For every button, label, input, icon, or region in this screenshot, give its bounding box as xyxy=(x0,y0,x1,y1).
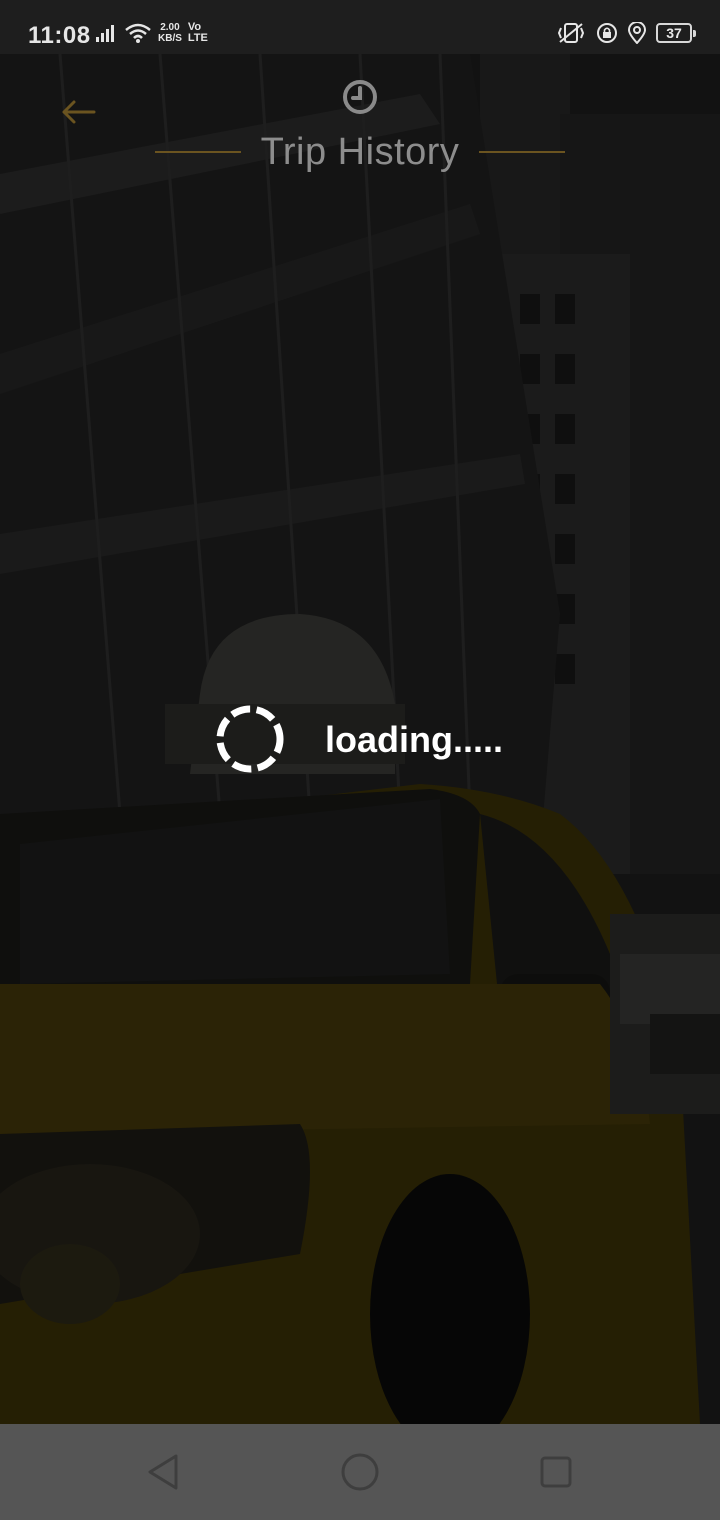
vibrate-icon xyxy=(557,23,585,43)
status-icons-right: 37 xyxy=(556,22,696,44)
lock-icon xyxy=(597,23,617,43)
location-icon xyxy=(628,22,646,44)
volte-indicator: Vo LTE xyxy=(188,22,208,44)
network-speed-unit: KB/S xyxy=(158,33,182,44)
page-title: Trip History xyxy=(260,130,460,173)
wifi-icon xyxy=(125,23,151,43)
status-icons-left: 2.00 KB/S Vo LTE xyxy=(96,22,208,44)
back-arrow-icon xyxy=(62,100,96,124)
title-divider-right xyxy=(479,151,566,153)
volte-bottom: LTE xyxy=(187,32,208,44)
signal-icon xyxy=(96,25,114,42)
back-button[interactable] xyxy=(56,92,102,132)
home-circle-icon xyxy=(341,1453,379,1491)
nav-recents-button[interactable] xyxy=(532,1448,580,1496)
loading-text: loading..... xyxy=(325,719,503,760)
status-time: 11:08 xyxy=(28,22,91,49)
network-speed: 2.00 KB/S xyxy=(158,22,182,44)
spinner-icon xyxy=(216,705,284,773)
recents-square-icon xyxy=(540,1456,572,1488)
network-speed-value: 2.00 xyxy=(160,22,180,33)
navigation-bar xyxy=(0,1424,720,1520)
nav-home-button[interactable] xyxy=(336,1448,384,1496)
back-triangle-icon xyxy=(148,1454,178,1490)
title-row: Trip History xyxy=(155,126,566,178)
title-divider-left xyxy=(155,151,241,153)
screen: 11:08 2.00 KB/S Vo LTE 37 Trip History l… xyxy=(0,0,720,1520)
nav-back-button[interactable] xyxy=(140,1448,188,1496)
battery-icon: 37 xyxy=(656,23,696,43)
clock-icon xyxy=(343,80,377,114)
status-bar: 11:08 2.00 KB/S Vo LTE 37 xyxy=(0,0,720,54)
